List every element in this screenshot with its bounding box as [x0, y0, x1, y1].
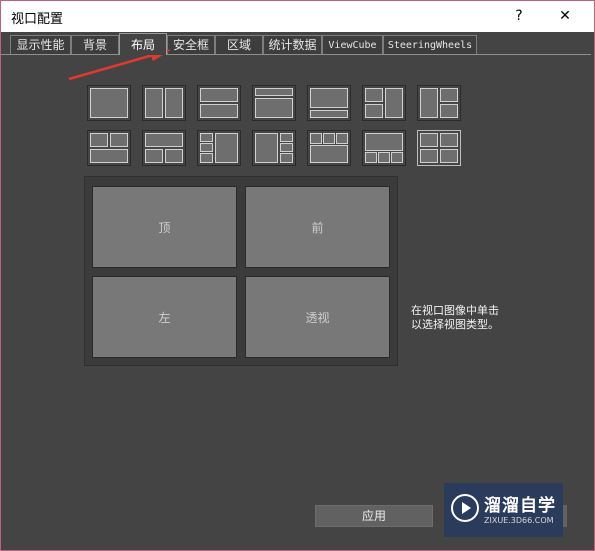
layout-three-left-one-right[interactable]	[197, 130, 241, 166]
hint-text: 在视口图像中单击 以选择视图类型。	[411, 304, 561, 332]
layout-one-top-two-bottom[interactable]	[142, 130, 186, 166]
layout-three-top-one-bottom[interactable]	[307, 130, 351, 166]
hint-line-2: 以选择视图类型。	[411, 318, 499, 331]
layout-one-left-two-right[interactable]	[417, 85, 461, 121]
play-logo-icon	[451, 494, 479, 522]
layout-two-top-one-bottom[interactable]	[87, 130, 131, 166]
tab-layout[interactable]: 布局	[119, 33, 167, 55]
hint-line-1: 在视口图像中单击	[411, 304, 499, 317]
watermark-name: 溜溜自学	[484, 496, 556, 516]
layout-one-left-three-right[interactable]	[252, 130, 296, 166]
watermark-logo: 溜溜自学 ZIXUE.3D66.COM	[444, 483, 563, 537]
viewport-front[interactable]: 前	[245, 186, 390, 268]
layout-two-left-one-right[interactable]	[362, 85, 406, 121]
viewport-top[interactable]: 顶	[92, 186, 237, 268]
layout-one-top-three-bottom[interactable]	[362, 130, 406, 166]
layout-preview: 顶 前 左 透视	[84, 176, 398, 366]
layout-two-vertical[interactable]	[142, 85, 186, 121]
watermark-url: ZIXUE.3D66.COM	[484, 516, 554, 525]
viewport-perspective[interactable]: 透视	[245, 276, 390, 358]
layout-large-top[interactable]	[307, 85, 351, 121]
apply-button[interactable]: 应用	[315, 505, 433, 527]
hidden-button-edge	[563, 505, 567, 527]
layout-single[interactable]	[87, 85, 131, 121]
layout-top-bottom-large[interactable]	[252, 85, 296, 121]
viewport-config-window: 视口配置 ? ✕ 显示性能 背景 布局 安全框 区域 统计数据 ViewCube…	[0, 0, 595, 551]
layout-four-quad[interactable]	[417, 130, 461, 166]
layout-two-horizontal[interactable]	[197, 85, 241, 121]
viewport-left[interactable]: 左	[92, 276, 237, 358]
